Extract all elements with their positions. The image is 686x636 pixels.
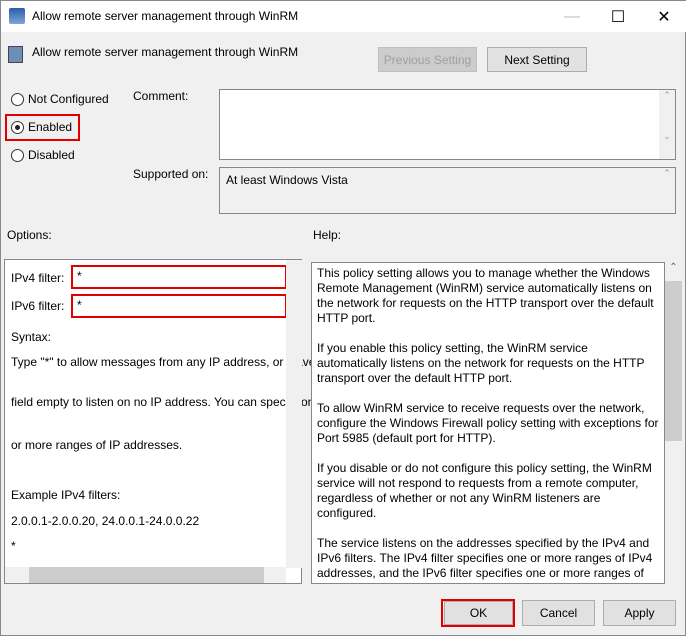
close-button[interactable]: ✕ [641, 1, 686, 32]
radio-disabled[interactable]: Disabled [11, 148, 75, 162]
syntax-text: Syntax: [11, 330, 52, 344]
ipv6-label: IPv6 filter: [11, 299, 65, 313]
previous-setting-button[interactable]: Previous Setting [378, 47, 477, 72]
minimize-button[interactable]: — [549, 1, 595, 32]
supported-field: At least Windows Vista ⌃ [219, 167, 676, 214]
maximize-button[interactable]: ☐ [595, 1, 641, 32]
comment-scrollbar[interactable]: ⌃ ⌄ [659, 90, 675, 159]
radio-not-configured[interactable]: Not Configured [11, 92, 109, 106]
comment-label: Comment: [133, 89, 189, 103]
ok-button[interactable]: OK [444, 601, 513, 625]
radio-enabled[interactable]: Enabled [11, 120, 72, 134]
ipv6-filter-input[interactable]: * [71, 294, 287, 318]
next-setting-button[interactable]: Next Setting [487, 47, 587, 72]
policy-name: Allow remote server management through W… [32, 45, 299, 59]
syntax-text: field empty to listen on no IP address. … [11, 395, 321, 409]
help-paragraph: To allow WinRM service to receive reques… [317, 401, 659, 445]
help-paragraph: If you disable or do not configure this … [317, 461, 652, 520]
options-pane: IPv4 filter: * IPv6 filter: * Syntax: Ty… [4, 259, 336, 584]
radio-circle[interactable] [11, 148, 24, 162]
window-title: Allow remote server management through W… [32, 9, 299, 23]
radio-circle[interactable] [11, 92, 24, 106]
radio-circle[interactable] [11, 120, 24, 134]
syntax-text: * [11, 539, 16, 553]
cancel-button[interactable]: Cancel [522, 600, 595, 626]
help-paragraph: This policy setting allows you to manage… [317, 266, 654, 325]
syntax-text: Type "*" to allow messages from any IP a… [11, 355, 336, 369]
app-icon [9, 8, 25, 24]
comment-input[interactable]: ⌃ ⌄ [219, 89, 676, 160]
syntax-text: Example IPv4 filters: [11, 488, 121, 502]
ipv4-label: IPv4 filter: [11, 271, 65, 285]
help-label: Help: [313, 228, 342, 242]
options-vscrollbar[interactable] [286, 260, 302, 568]
options-label: Options: [7, 228, 52, 242]
options-hscrollbar[interactable] [5, 567, 286, 583]
help-pane: This policy setting allows you to manage… [311, 262, 665, 584]
ipv4-filter-input[interactable]: * [71, 265, 287, 289]
syntax-text: 2.0.0.1-2.0.0.20, 24.0.0.1-24.0.0.22 [11, 514, 200, 528]
supported-label: Supported on: [133, 167, 209, 181]
supported-scrollbar[interactable]: ⌃ [659, 168, 675, 213]
help-paragraph: If you enable this policy setting, the W… [317, 341, 645, 385]
policy-icon [8, 46, 23, 63]
syntax-text: or more ranges of IP addresses. [11, 438, 183, 452]
help-scrollbar[interactable]: ⌃ [665, 262, 682, 584]
help-paragraph: The service listens on the addresses spe… [317, 536, 653, 583]
title-bar: Allow remote server management through W… [1, 1, 686, 32]
apply-button[interactable]: Apply [603, 600, 676, 626]
